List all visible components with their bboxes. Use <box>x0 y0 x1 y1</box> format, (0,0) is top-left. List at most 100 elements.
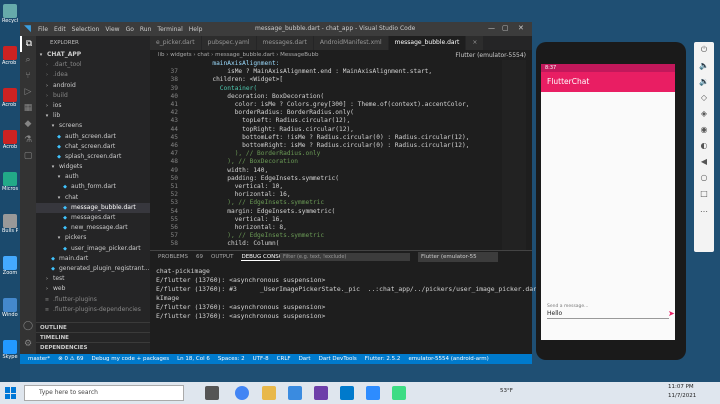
minimap[interactable] <box>502 60 526 250</box>
tree-item[interactable]: › build <box>36 91 150 101</box>
tree-item[interactable]: ◆ splash_screen.dart <box>36 152 150 162</box>
desktop-icon[interactable]: Zoom <box>2 256 18 286</box>
tree-item[interactable]: ▾ CHAT_APP <box>36 50 150 60</box>
tree-item[interactable]: ◆ main.dart <box>36 254 150 264</box>
maximize-icon[interactable]: ▢ <box>502 24 509 32</box>
tree-item[interactable]: › test <box>36 274 150 284</box>
account-icon[interactable]: ◯ <box>20 318 36 334</box>
emulator-control-icon[interactable]: ◈ <box>694 106 714 122</box>
status-item[interactable]: Debug my code + packages <box>91 354 169 364</box>
status-item[interactable]: Flutter: 2.5.2 <box>365 354 401 364</box>
editor-tab[interactable]: pubspec.yaml <box>201 36 257 50</box>
emulator-control-icon[interactable]: ◉ <box>694 122 714 138</box>
tree-item[interactable]: › .dart_tool <box>36 60 150 70</box>
vscode-taskbar-icon[interactable] <box>340 386 354 400</box>
tree-item[interactable]: ▾ widgets <box>36 162 150 172</box>
extensions-icon[interactable]: ▦ <box>20 100 36 116</box>
status-item[interactable]: ⊗ 0 ⚠ 69 <box>58 354 83 364</box>
source-control-icon[interactable]: ⑂ <box>20 68 36 84</box>
panel-tab[interactable]: OUTPUT <box>211 254 233 260</box>
emulator-control-icon[interactable]: ◐ <box>694 138 714 154</box>
tree-item[interactable]: › .idea <box>36 70 150 80</box>
tree-item[interactable]: ◆ user_image_picker.dart <box>36 244 150 254</box>
taskbar-search[interactable]: Type here to search <box>24 385 184 401</box>
tree-item[interactable]: ◆ new_message.dart <box>36 223 150 233</box>
timeline-section[interactable]: TIMELINE <box>36 332 150 342</box>
emulator-control-icon[interactable]: 🔉 <box>694 74 714 90</box>
desktop-icon[interactable]: Acrob Reade <box>2 46 18 76</box>
status-item[interactable]: Dart DevTools <box>319 354 357 364</box>
tree-item[interactable]: ◆ auth_form.dart <box>36 182 150 192</box>
panel-device-select[interactable]: Flutter (emulator-55 <box>418 252 498 262</box>
status-item[interactable]: Spaces: 2 <box>218 354 245 364</box>
tree-item[interactable]: ▾ chat <box>36 193 150 203</box>
tree-item[interactable]: ▾ pickers <box>36 233 150 243</box>
close-tab-icon[interactable]: × <box>466 36 485 50</box>
edge-icon[interactable] <box>288 386 302 400</box>
editor-tab[interactable]: AndroidManifest.xml <box>313 36 389 50</box>
desktop-icon[interactable]: Bulls Prims <box>2 214 18 244</box>
tree-item[interactable]: › web <box>36 284 150 294</box>
desktop-icon[interactable]: Window <box>2 298 18 328</box>
desktop-icon[interactable]: Acrob <box>2 130 18 160</box>
desktop-icon[interactable]: Acrob Reade <box>2 88 18 118</box>
visual-studio-icon[interactable] <box>314 386 328 400</box>
send-icon[interactable]: ➤ <box>668 309 675 318</box>
status-item[interactable]: CRLF <box>277 354 291 364</box>
menu-item-go[interactable]: Go <box>126 26 134 33</box>
tree-item[interactable]: ≡ .flutter-plugins <box>36 295 150 305</box>
file-explorer-icon[interactable] <box>262 386 276 400</box>
menu-item-view[interactable]: View <box>105 26 119 33</box>
editor-tab[interactable]: e_picker.dart <box>150 36 202 50</box>
dependencies-section[interactable]: DEPENDENCIES <box>36 342 150 352</box>
menu-item-terminal[interactable]: Terminal <box>157 26 182 33</box>
tree-item[interactable]: ▾ auth <box>36 172 150 182</box>
tree-item[interactable]: ◆ message_bubble.dart <box>36 202 150 213</box>
close-icon[interactable]: ✕ <box>518 24 524 32</box>
tree-item[interactable]: › android <box>36 81 150 91</box>
emulator-control-icon[interactable]: 🔈 <box>694 58 714 74</box>
debug-icon[interactable]: ▷ <box>20 84 36 100</box>
task-view-icon[interactable] <box>205 386 219 400</box>
remote-icon[interactable]: ▢ <box>20 148 36 164</box>
menu-item-edit[interactable]: Edit <box>54 26 66 33</box>
settings-icon[interactable]: ⚙ <box>20 336 36 352</box>
android-studio-icon[interactable] <box>392 386 406 400</box>
status-item[interactable]: Dart <box>299 354 311 364</box>
tree-item[interactable]: ◆ messages.dart <box>36 213 150 223</box>
tree-item[interactable]: ▾ lib <box>36 111 150 121</box>
menu-item-file[interactable]: File <box>38 26 48 33</box>
tree-item[interactable]: › ios <box>36 101 150 111</box>
clock-time[interactable]: 11:07 PM <box>668 384 694 390</box>
desktop-icon[interactable]: Skype <box>2 340 18 370</box>
zoom-taskbar-icon[interactable] <box>366 386 380 400</box>
explorer-icon[interactable]: ⧉ <box>20 36 36 52</box>
emulator-control-icon[interactable]: … <box>694 202 714 218</box>
menu-item-selection[interactable]: Selection <box>72 26 100 33</box>
menu-item-help[interactable]: Help <box>189 26 203 33</box>
message-input[interactable]: Send a message... Hello <box>547 304 669 319</box>
panel-tab[interactable]: 69 <box>196 254 203 260</box>
tree-item[interactable]: ◆ auth_screen.dart <box>36 132 150 142</box>
start-icon[interactable] <box>5 387 17 399</box>
tree-item[interactable]: ◆ generated_plugin_registrant... <box>36 264 150 274</box>
panel-tab[interactable]: PROBLEMS <box>158 254 188 260</box>
status-item[interactable]: master* <box>28 354 50 364</box>
flutter-icon[interactable]: ◆ <box>20 116 36 132</box>
status-item[interactable]: UTF-8 <box>253 354 269 364</box>
emulator-control-icon[interactable]: ○ <box>694 170 714 186</box>
code-editor[interactable]: mainAxisAlignment: 37 isMe ? MainAxisAlig… <box>150 60 532 250</box>
emulator-control-icon[interactable]: ◀ <box>694 154 714 170</box>
panel-filter-input[interactable]: Filter (e.g. text, !exclude) <box>280 253 410 261</box>
emulator-screen[interactable]: 8:37 FlutterChat Send a message... Hello… <box>541 64 675 340</box>
clock-date[interactable]: 11/7/2021 <box>668 393 696 399</box>
desktop-icon[interactable]: Recycle <box>2 4 18 34</box>
chrome-icon[interactable] <box>235 386 249 400</box>
search-icon[interactable]: ⌕ <box>20 52 36 68</box>
tree-item[interactable]: ≡ .flutter-plugins-dependencies <box>36 305 150 315</box>
outline-section[interactable]: OUTLINE <box>36 322 150 332</box>
menu-item-run[interactable]: Run <box>140 26 152 33</box>
status-item[interactable]: emulator-5554 (android-arm) <box>408 354 488 364</box>
emulator-control-icon[interactable]: ⏻ <box>694 42 714 58</box>
emulator-control-icon[interactable]: □ <box>694 186 714 202</box>
